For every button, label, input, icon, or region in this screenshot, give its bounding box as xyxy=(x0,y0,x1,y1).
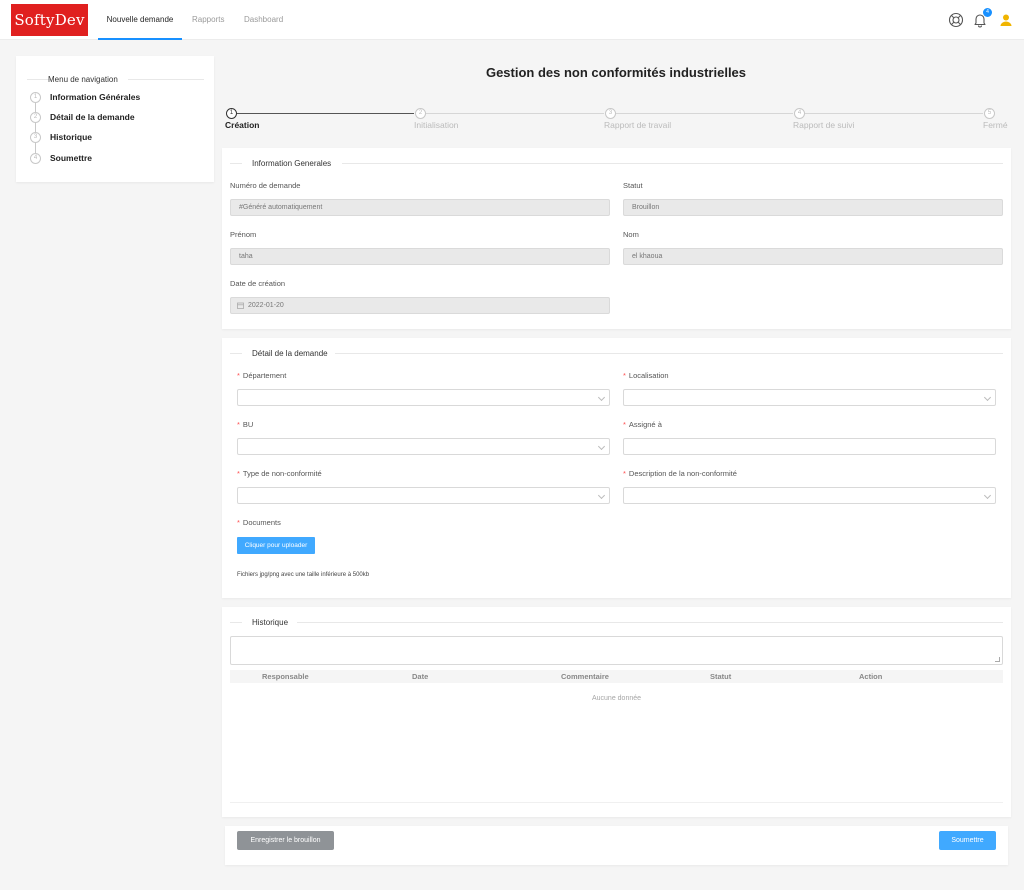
logo[interactable]: SoftyDev xyxy=(11,4,88,36)
bu-label: * BU xyxy=(237,420,254,429)
divider xyxy=(297,622,1003,623)
prenom-label: Prénom xyxy=(230,230,257,239)
statut-label: Statut xyxy=(623,181,643,190)
sidebar-item-label: Soumettre xyxy=(50,153,93,163)
column-header-commentaire[interactable]: Commentaire xyxy=(561,670,609,683)
step-connector xyxy=(237,113,414,114)
numero-demande-field: #Généré automatiquement xyxy=(230,199,610,216)
assigne-label: * Assigné à xyxy=(623,420,662,429)
bu-select[interactable] xyxy=(237,438,610,455)
column-header-action[interactable]: Action xyxy=(859,670,882,683)
date-creation-field: 2022-01-20 xyxy=(230,297,610,314)
help-icon[interactable] xyxy=(948,12,964,28)
departement-select[interactable] xyxy=(237,389,610,406)
divider xyxy=(230,622,242,623)
upload-hint: Fichiers jpg/png avec une taille inférie… xyxy=(237,572,370,578)
prenom-field: taha xyxy=(230,248,610,265)
documents-label: * Documents xyxy=(237,518,281,527)
nom-field: el khaoua xyxy=(623,248,1003,265)
divider xyxy=(230,802,1003,803)
historique-card: Historique Responsable Date Commentaire … xyxy=(222,607,1011,817)
information-generales-card: Information Generales Numéro de demande … xyxy=(222,148,1011,329)
calendar-icon xyxy=(237,302,244,309)
nav-dashboard[interactable]: Dashboard xyxy=(244,0,283,40)
form-footer: Enregistrer le brouillon Soumettre xyxy=(225,826,1008,865)
step-creation-label: Création xyxy=(225,120,260,130)
nom-label: Nom xyxy=(623,230,639,239)
page-title: Gestion des non conformités industrielle… xyxy=(485,65,747,80)
step-number: 4 xyxy=(30,152,41,164)
section-title: Historique xyxy=(252,618,289,627)
sidebar-item-label: Détail de la demande xyxy=(50,112,135,122)
resize-handle-icon[interactable] xyxy=(995,657,1000,662)
nav-rapports[interactable]: Rapports xyxy=(192,0,224,40)
navigation-menu-title: Menu de navigation xyxy=(48,75,118,84)
step-connector xyxy=(805,113,983,114)
sidebar-item-historique[interactable]: 3 Historique xyxy=(30,131,92,143)
top-navbar: SoftyDev Nouvelle demande Rapports Dashb… xyxy=(0,0,1024,40)
save-draft-button[interactable]: Enregistrer le brouillon xyxy=(237,831,334,850)
section-title: Détail de la demande xyxy=(252,349,328,358)
notification-badge: 4 xyxy=(983,8,992,17)
sidebar-item-label: Information Générales xyxy=(50,92,141,102)
step-ferme-label: Fermé xyxy=(983,120,1008,130)
date-creation-value: 2022-01-20 xyxy=(248,302,284,309)
localisation-label: * Localisation xyxy=(623,371,669,380)
sidebar-item-information-generales[interactable]: 1 Information Générales xyxy=(30,91,140,103)
description-label: * Description de la non-conformité xyxy=(623,469,737,478)
statut-field: Brouillon xyxy=(623,199,1003,216)
assigne-input[interactable] xyxy=(623,438,996,455)
column-header-date[interactable]: Date xyxy=(412,670,428,683)
step-ferme-icon: 5 xyxy=(984,108,995,119)
step-rapport-travail-label: Rapport de travail xyxy=(604,120,672,130)
table-empty-text: Aucune donnée xyxy=(591,695,642,702)
sidebar-item-soumettre[interactable]: 4 Soumettre xyxy=(30,152,92,164)
divider xyxy=(230,163,242,164)
type-non-conformite-select[interactable] xyxy=(237,487,610,504)
step-initialisation-icon: 2 xyxy=(415,108,426,119)
user-icon[interactable] xyxy=(998,12,1014,28)
type-non-conformite-label: * Type de non-conformité xyxy=(237,469,322,478)
section-title: Information Generales xyxy=(252,159,332,168)
step-connector xyxy=(426,113,604,114)
step-number: 2 xyxy=(30,111,41,123)
divider xyxy=(230,353,242,354)
table-header: Responsable Date Commentaire Statut Acti… xyxy=(230,670,1003,683)
historique-comment-textarea[interactable] xyxy=(230,636,1003,665)
step-number: 3 xyxy=(30,131,41,143)
divider xyxy=(342,163,1003,164)
chevron-down-icon xyxy=(983,491,992,500)
chevron-down-icon xyxy=(597,442,606,451)
step-initialisation-label: Initialisation xyxy=(414,120,459,130)
divider xyxy=(335,353,1003,354)
step-rapport-travail-icon: 3 xyxy=(605,108,616,119)
step-creation-icon: 1 xyxy=(226,108,237,119)
chevron-down-icon xyxy=(983,393,992,402)
sidebar-item-detail-demande[interactable]: 2 Détail de la demande xyxy=(30,111,135,123)
column-header-statut[interactable]: Statut xyxy=(710,670,731,683)
date-creation-label: Date de création xyxy=(230,279,286,288)
nav-nouvelle-demande[interactable]: Nouvelle demande xyxy=(98,0,182,40)
upload-button[interactable]: Cliquer pour uploader xyxy=(237,537,315,554)
numero-demande-label: Numéro de demande xyxy=(230,181,301,190)
departement-label: * Département xyxy=(237,371,287,380)
submit-button[interactable]: Soumettre xyxy=(939,831,996,850)
chevron-down-icon xyxy=(597,491,606,500)
column-header-responsable[interactable]: Responsable xyxy=(262,670,309,683)
step-connector xyxy=(616,113,793,114)
description-select[interactable] xyxy=(623,487,996,504)
localisation-select[interactable] xyxy=(623,389,996,406)
chevron-down-icon xyxy=(597,393,606,402)
sidebar-item-label: Historique xyxy=(50,132,93,142)
step-rapport-suivi-icon: 4 xyxy=(794,108,805,119)
detail-demande-card: Détail de la demande * Département * Local… xyxy=(222,338,1011,598)
step-number: 1 xyxy=(30,91,41,103)
divider xyxy=(128,79,204,80)
step-rapport-suivi-label: Rapport de suivi xyxy=(793,120,855,130)
